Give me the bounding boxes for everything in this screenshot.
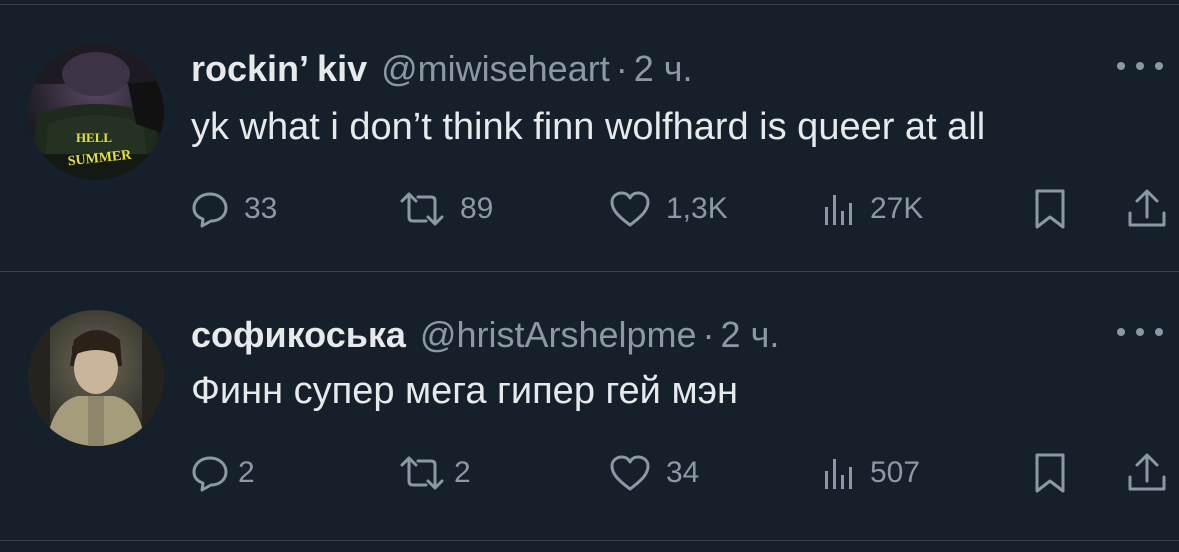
views-button[interactable]: 507	[822, 448, 920, 498]
share-button[interactable]	[1126, 448, 1168, 498]
avatar[interactable]: HELL SUMMER	[28, 44, 164, 180]
retweet-icon	[400, 192, 444, 226]
separator-dot: ·	[702, 314, 715, 355]
views-button[interactable]: 27K	[822, 184, 923, 234]
bookmark-icon	[1035, 189, 1065, 229]
svg-text:HELL: HELL	[76, 130, 112, 145]
retweet-count: 89	[460, 192, 494, 225]
share-icon	[1128, 189, 1166, 227]
more-icon[interactable]	[1117, 322, 1163, 342]
tweet-text: Финн супер мега гипер гей мэн	[191, 370, 738, 412]
reply-count: 33	[244, 192, 278, 225]
like-button[interactable]: 1,3K	[608, 184, 728, 234]
heart-icon	[610, 455, 650, 491]
reply-icon	[192, 456, 228, 492]
timestamp[interactable]: 2 ч.	[721, 314, 780, 356]
heart-icon	[610, 191, 650, 227]
separator-dot: ·	[615, 48, 628, 89]
tweet-divider	[0, 271, 1179, 272]
action-bar: 33 89 1,3K 27K	[190, 184, 1170, 234]
display-name[interactable]: rockin’ kiv	[191, 48, 367, 90]
like-button[interactable]: 34	[608, 448, 699, 498]
reply-icon	[192, 192, 228, 228]
avatar-image	[28, 310, 164, 446]
tweet-text: yk what i don’t think finn wolfhard is q…	[191, 106, 986, 148]
retweet-button[interactable]: 89	[398, 184, 493, 234]
like-count: 1,3K	[666, 192, 728, 225]
timestamp[interactable]: 2 ч.	[634, 48, 693, 90]
bookmark-button[interactable]	[1030, 448, 1070, 498]
tweet-header: rockin’ kiv @miwiseheart · 2 ч.	[191, 48, 693, 98]
avatar[interactable]	[28, 310, 164, 446]
share-icon	[1128, 453, 1166, 491]
tweet-1[interactable]: HELL SUMMER rockin’ kiv @miwiseheart · 2…	[0, 44, 1179, 264]
retweet-icon	[400, 456, 444, 490]
bookmark-icon	[1035, 453, 1065, 493]
retweet-count: 2	[454, 456, 471, 489]
display-name[interactable]: софикоська	[191, 314, 406, 356]
handle[interactable]: @hristArshelpme	[420, 314, 697, 356]
reply-button[interactable]: 2	[190, 448, 255, 498]
handle[interactable]: @miwiseheart	[381, 48, 610, 90]
action-bar: 2 2 34 507	[190, 448, 1170, 498]
views-count: 27K	[870, 192, 924, 225]
share-button[interactable]	[1126, 184, 1168, 234]
avatar-image: HELL SUMMER	[28, 44, 164, 180]
bookmark-button[interactable]	[1030, 184, 1070, 234]
reply-button[interactable]: 33	[190, 184, 277, 234]
reply-count: 2	[238, 456, 255, 489]
views-icon	[825, 195, 852, 225]
tweet-header: софикоська @hristArshelpme · 2 ч.	[191, 314, 779, 364]
bottom-divider	[0, 540, 1179, 541]
top-divider	[0, 4, 1179, 5]
like-count: 34	[666, 456, 700, 489]
retweet-button[interactable]: 2	[398, 448, 471, 498]
views-count: 507	[870, 456, 921, 489]
views-icon	[825, 459, 852, 489]
tweet-2[interactable]: софикоська @hristArshelpme · 2 ч. Финн с…	[0, 310, 1179, 530]
more-icon[interactable]	[1117, 56, 1163, 76]
